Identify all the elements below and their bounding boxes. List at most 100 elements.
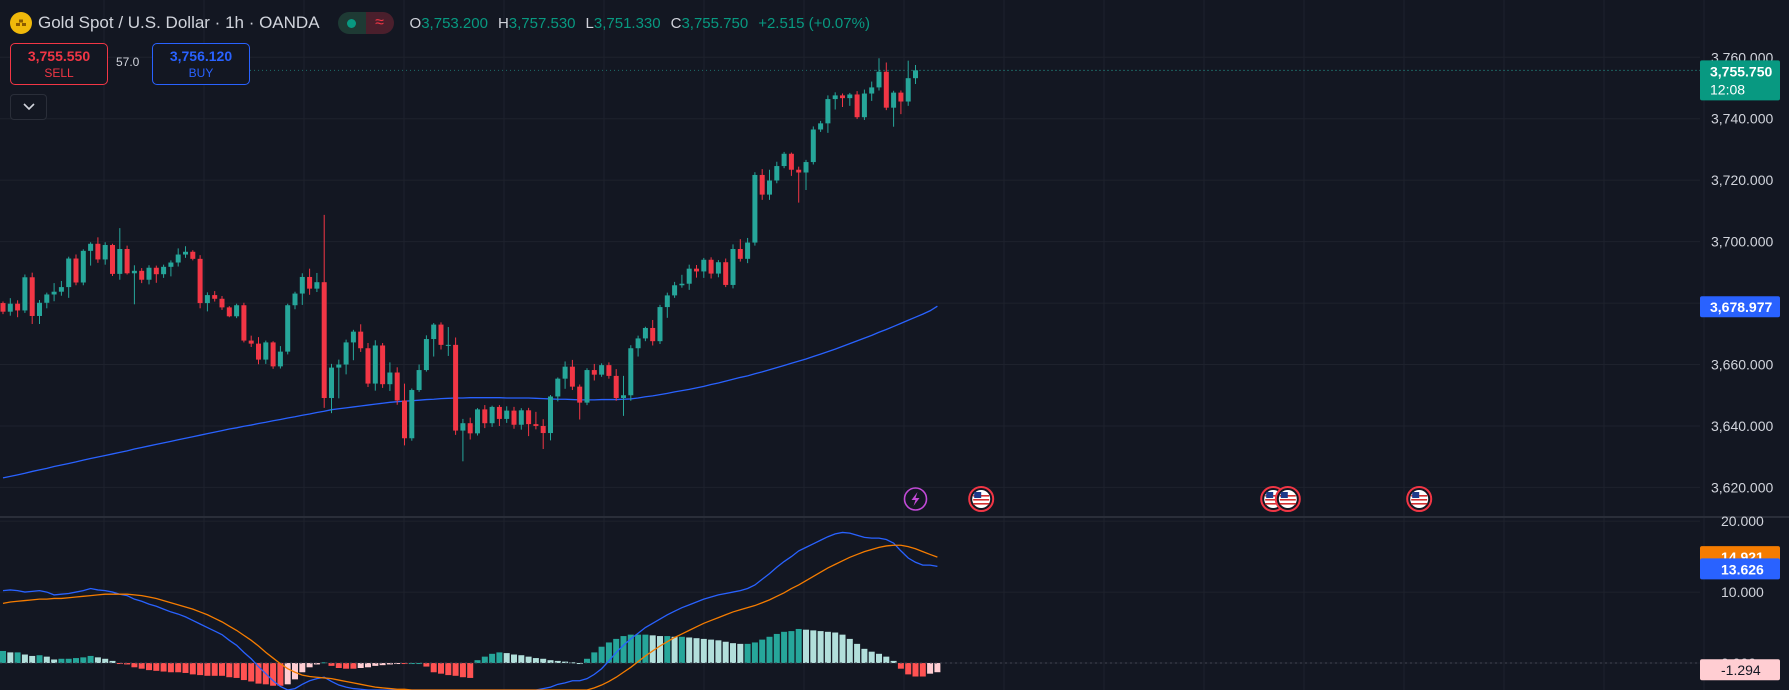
histogram-bar	[737, 643, 744, 664]
histogram-bar	[343, 663, 350, 669]
candle	[737, 239, 743, 262]
candle-body	[438, 324, 444, 345]
ma-value-label: 3,678.977	[1710, 299, 1772, 315]
candle-body	[212, 295, 218, 299]
histogram-bar	[204, 663, 211, 676]
histogram-bar	[934, 663, 941, 673]
wave-icon[interactable]: ≈	[365, 12, 394, 34]
flag-stripe	[973, 503, 990, 505]
candle-body	[365, 348, 371, 384]
candle	[0, 301, 6, 315]
candle-body	[679, 283, 685, 286]
candle	[270, 341, 276, 369]
candle	[715, 260, 721, 278]
histogram-bar	[868, 651, 875, 664]
candle-body	[402, 400, 407, 439]
candle	[686, 264, 692, 290]
candle	[898, 90, 904, 115]
symbol-title[interactable]: Gold Spot / U.S. Dollar · 1h · OANDA	[38, 13, 320, 33]
candle	[372, 340, 378, 391]
chart-canvas[interactable]: 3,760.0003,740.0003,720.0003,700.0003,68…	[0, 0, 1789, 690]
histogram-bar	[423, 663, 430, 667]
candle	[869, 81, 875, 101]
candle-body	[453, 344, 459, 431]
histogram-bar	[175, 663, 182, 673]
candle	[548, 394, 553, 441]
histogram-bar	[496, 652, 503, 664]
histogram-bar	[876, 653, 882, 664]
candle	[80, 249, 86, 286]
candle	[613, 369, 619, 401]
market-open-pill[interactable]	[337, 12, 366, 34]
open-value: 3,753.200	[421, 14, 488, 32]
candle	[788, 152, 794, 176]
candle-body	[781, 153, 787, 167]
candle-body	[810, 129, 816, 163]
price-tick-label: 3,740.000	[1711, 111, 1773, 127]
candle	[307, 268, 313, 295]
candle-body	[102, 245, 108, 260]
candle	[350, 329, 356, 361]
candle	[591, 363, 597, 381]
candle	[657, 304, 663, 344]
candle	[365, 343, 371, 387]
candle-body	[350, 331, 356, 343]
candle-body	[307, 276, 313, 289]
histogram-bar	[138, 663, 145, 669]
histogram-bar	[58, 658, 65, 664]
candle-body	[635, 338, 641, 349]
histogram-bar	[620, 636, 627, 664]
candle-body	[898, 92, 904, 102]
candle-body	[628, 348, 634, 396]
candle-body	[0, 303, 6, 312]
candle-body	[394, 372, 400, 401]
candle-body	[329, 367, 334, 399]
candle	[219, 296, 225, 310]
close-value: 3,755.750	[681, 14, 749, 32]
histogram-bar	[824, 631, 831, 664]
candle	[292, 291, 298, 310]
candle-body	[263, 342, 269, 360]
candle	[183, 246, 188, 258]
histogram-bar	[489, 653, 496, 664]
candle-body	[489, 406, 495, 424]
candle	[175, 248, 181, 267]
candle-body	[540, 425, 546, 434]
candle	[628, 345, 634, 401]
candle-body	[796, 169, 802, 173]
collapse-legend-button[interactable]	[10, 94, 47, 120]
histogram-bar	[21, 654, 28, 664]
candle-body	[321, 282, 327, 399]
flag-stripe	[1411, 499, 1428, 501]
candle-body	[58, 287, 64, 292]
candle	[416, 364, 422, 392]
price-tick-label: 3,640.000	[1711, 418, 1773, 434]
candle-body	[153, 267, 159, 275]
candle-body	[854, 94, 860, 118]
candle-body	[445, 344, 451, 346]
candle-body	[577, 386, 583, 403]
histogram-bar	[897, 663, 904, 669]
candle-body	[80, 250, 86, 283]
candle	[29, 272, 35, 324]
candle-body	[847, 94, 853, 99]
sell-price: 3,755.550	[27, 48, 91, 64]
histogram-bar	[277, 663, 284, 686]
candle	[453, 337, 459, 435]
histogram-bar	[708, 639, 715, 664]
sell-button[interactable]: 3,755.550 SELL	[10, 43, 108, 85]
histogram-bar	[781, 631, 788, 664]
spread-value: 57.0	[116, 55, 140, 69]
buy-button[interactable]: 3,756.120 BUY	[152, 43, 250, 85]
candle-body	[708, 259, 714, 274]
event-markers	[903, 486, 1433, 512]
price-tick-label: 3,660.000	[1711, 357, 1773, 373]
candle	[752, 172, 758, 246]
candle	[168, 260, 174, 277]
candle-body	[380, 345, 386, 385]
market-status[interactable]: ≈	[337, 12, 394, 34]
histogram-bar	[693, 638, 700, 664]
histogram-bar	[87, 655, 94, 664]
high-value: 3,757.530	[508, 14, 576, 32]
candle-body	[66, 258, 72, 288]
